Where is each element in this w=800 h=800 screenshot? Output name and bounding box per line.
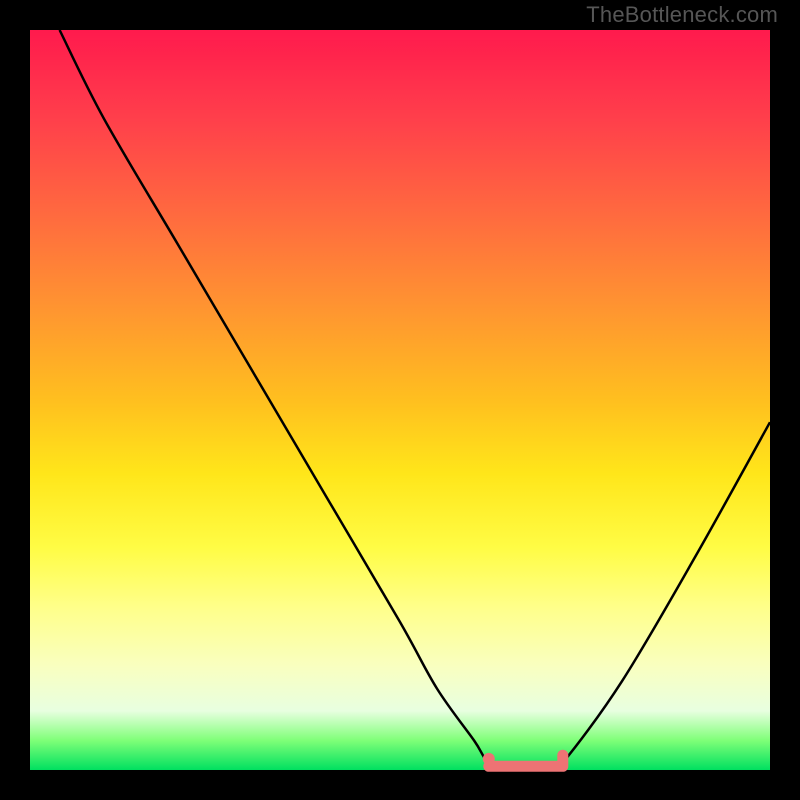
chart-container: TheBottleneck.com: [0, 0, 800, 800]
chart-svg: [30, 30, 770, 770]
flat-region-marker: [489, 755, 563, 766]
watermark-text: TheBottleneck.com: [586, 2, 778, 28]
bottleneck-curve: [60, 30, 770, 771]
curve-dot-marker: [483, 753, 495, 765]
